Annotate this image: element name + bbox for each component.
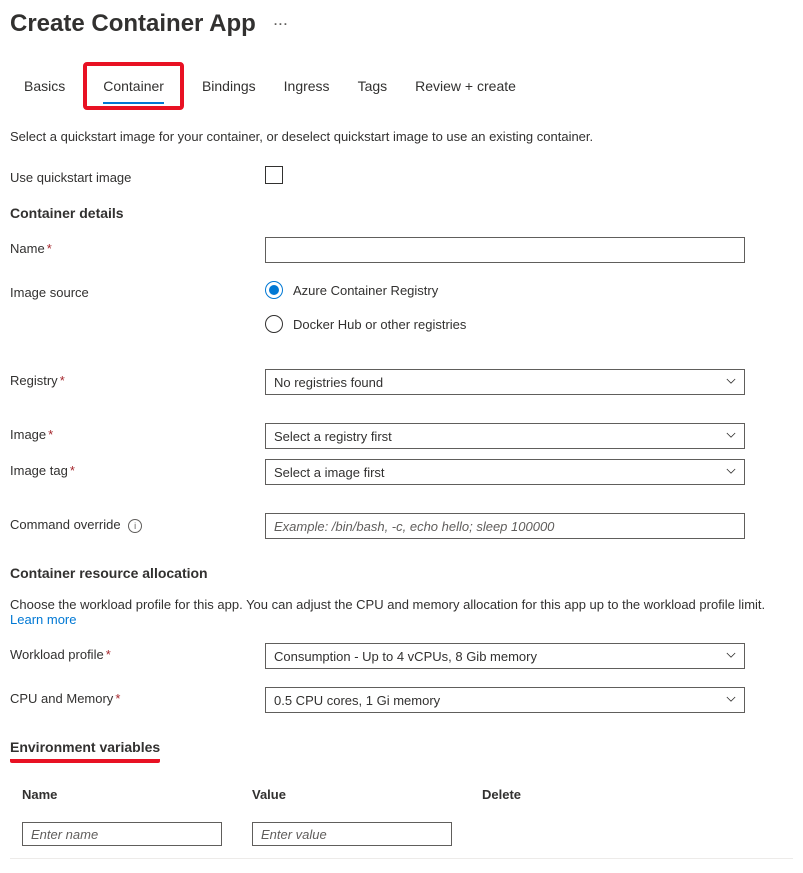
required-asterisk: *: [47, 241, 52, 256]
name-label-text: Name: [10, 241, 45, 256]
image-select-value: Select a registry first: [274, 429, 392, 444]
registry-row: Registry* No registries found: [10, 369, 793, 395]
quickstart-row: Use quickstart image: [10, 166, 793, 187]
workload-profile-label-text: Workload profile: [10, 647, 104, 662]
image-tag-label: Image tag*: [10, 459, 265, 478]
image-tag-row: Image tag* Select a image first: [10, 459, 793, 485]
more-icon[interactable]: ···: [274, 17, 289, 31]
image-source-row: Image source Azure Container Registry Do…: [10, 281, 793, 333]
image-tag-select[interactable]: Select a image first: [265, 459, 745, 485]
workload-profile-select[interactable]: Consumption - Up to 4 vCPUs, 8 Gib memor…: [265, 643, 745, 669]
workload-profile-row: Workload profile* Consumption - Up to 4 …: [10, 643, 793, 669]
chevron-down-icon: [726, 693, 736, 708]
intro-text: Select a quickstart image for your conta…: [10, 129, 793, 144]
required-asterisk: *: [60, 373, 65, 388]
workload-profile-label: Workload profile*: [10, 643, 265, 662]
registry-label: Registry*: [10, 369, 265, 388]
resource-allocation-desc: Choose the workload profile for this app…: [10, 597, 793, 627]
radio-option-docker[interactable]: Docker Hub or other registries: [265, 315, 745, 333]
page-title: Create Container App: [10, 10, 256, 38]
registry-select[interactable]: No registries found: [265, 369, 745, 395]
image-tag-label-text: Image tag: [10, 463, 68, 478]
image-row: Image* Select a registry first: [10, 423, 793, 449]
quickstart-label: Use quickstart image: [10, 166, 265, 185]
chevron-down-icon: [726, 429, 736, 444]
env-col-delete: Delete: [470, 779, 793, 818]
cpu-memory-row: CPU and Memory* 0.5 CPU cores, 1 Gi memo…: [10, 687, 793, 713]
image-label: Image*: [10, 423, 265, 442]
tab-review-create[interactable]: Review + create: [401, 70, 530, 102]
command-override-row: Command override i: [10, 513, 793, 539]
command-override-label: Command override i: [10, 513, 265, 533]
info-icon[interactable]: i: [128, 519, 142, 533]
radio-acr[interactable]: [265, 281, 283, 299]
image-source-radio-group: Azure Container Registry Docker Hub or o…: [265, 281, 745, 333]
env-vars-heading-text: Environment variables: [10, 739, 160, 763]
command-override-label-text: Command override: [10, 517, 121, 532]
env-vars-table: Name Value Delete: [10, 779, 793, 859]
env-col-value: Value: [240, 779, 470, 818]
cpu-memory-value: 0.5 CPU cores, 1 Gi memory: [274, 693, 440, 708]
image-label-text: Image: [10, 427, 46, 442]
chevron-down-icon: [726, 649, 736, 664]
tab-container[interactable]: Container: [89, 70, 178, 102]
name-input[interactable]: [265, 237, 745, 263]
cpu-memory-label: CPU and Memory*: [10, 687, 265, 706]
name-label: Name*: [10, 237, 265, 256]
quickstart-checkbox[interactable]: [265, 166, 283, 184]
env-name-input[interactable]: [22, 822, 222, 846]
page-title-row: Create Container App ···: [10, 10, 793, 38]
command-override-input[interactable]: [265, 513, 745, 539]
chevron-down-icon: [726, 465, 736, 480]
tab-tags[interactable]: Tags: [344, 70, 402, 102]
env-row: [10, 818, 793, 859]
required-asterisk: *: [48, 427, 53, 442]
radio-docker-label: Docker Hub or other registries: [293, 317, 466, 332]
env-vars-heading: Environment variables: [10, 739, 793, 763]
registry-label-text: Registry: [10, 373, 58, 388]
image-tag-select-value: Select a image first: [274, 465, 385, 480]
registry-select-value: No registries found: [274, 375, 383, 390]
radio-option-acr[interactable]: Azure Container Registry: [265, 281, 745, 299]
resource-allocation-desc-text: Choose the workload profile for this app…: [10, 597, 765, 612]
cpu-memory-select[interactable]: 0.5 CPU cores, 1 Gi memory: [265, 687, 745, 713]
image-source-label: Image source: [10, 281, 265, 300]
highlight-container-tab: Container: [83, 62, 184, 110]
cpu-memory-label-text: CPU and Memory: [10, 691, 113, 706]
tabs: Basics Container Bindings Ingress Tags R…: [10, 62, 793, 111]
radio-acr-label: Azure Container Registry: [293, 283, 438, 298]
required-asterisk: *: [106, 647, 111, 662]
resource-allocation-heading: Container resource allocation: [10, 565, 793, 581]
tab-ingress[interactable]: Ingress: [270, 70, 344, 102]
name-row: Name*: [10, 237, 793, 263]
learn-more-link[interactable]: Learn more: [10, 612, 76, 627]
tab-basics[interactable]: Basics: [10, 70, 79, 102]
required-asterisk: *: [115, 691, 120, 706]
workload-profile-value: Consumption - Up to 4 vCPUs, 8 Gib memor…: [274, 649, 537, 664]
chevron-down-icon: [726, 375, 736, 390]
env-col-name: Name: [10, 779, 240, 818]
required-asterisk: *: [70, 463, 75, 478]
container-details-heading: Container details: [10, 205, 793, 221]
image-select[interactable]: Select a registry first: [265, 423, 745, 449]
tab-bindings[interactable]: Bindings: [188, 70, 270, 102]
radio-docker[interactable]: [265, 315, 283, 333]
env-value-input[interactable]: [252, 822, 452, 846]
